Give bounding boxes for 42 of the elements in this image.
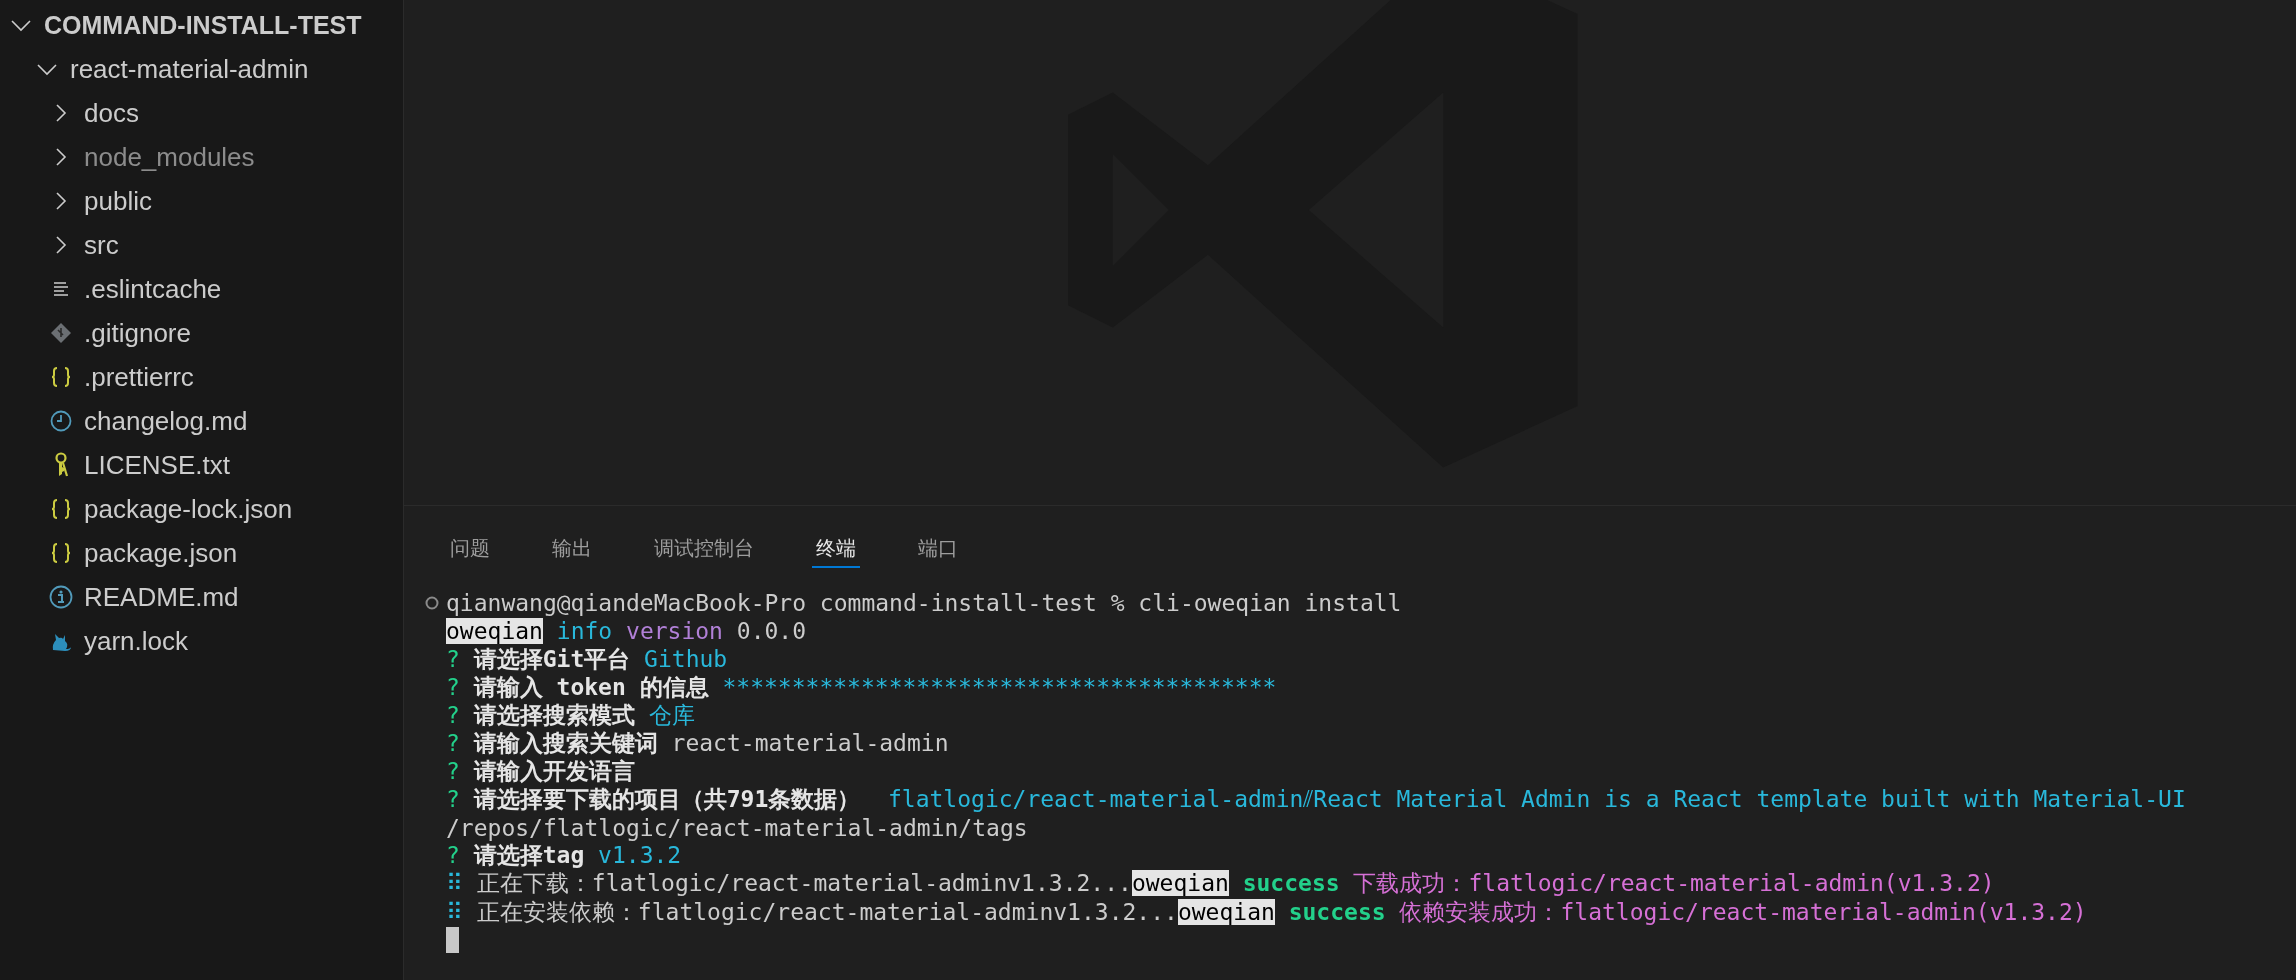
terminal-line: ? 请输入搜索关键词 react-material-admin: [446, 729, 949, 758]
terminal-line: ? 请选择要下载的项目（共791条数据） flatlogic/react-material-admin⫽React Material Admin is a React template built with Material-UI: [446, 785, 2186, 815]
file-item[interactable]: yarn.lock: [84, 625, 189, 657]
terminal-line: ? 请选择tag v1.3.2: [446, 841, 682, 871]
file-item[interactable]: README.md: [84, 581, 239, 613]
terminal-line: ? 请选择搜索模式 仓库: [446, 700, 695, 730]
clock-icon: [50, 410, 72, 432]
panel-tab[interactable]: 输出: [548, 522, 596, 568]
panel-tab[interactable]: 调试控制台: [650, 522, 758, 568]
info-icon: [49, 585, 73, 609]
folder-item[interactable]: node_modules: [84, 141, 255, 173]
braces-icon: [50, 498, 72, 520]
explorer-section-title[interactable]: COMMAND-INSTALL-TEST: [44, 10, 362, 40]
braces-icon: [50, 366, 72, 388]
terminal-line: ⠿ 正在下载：flatlogic/react-material-adminv1.3.2...oweqian success 下载成功：flatlogic/react-material-admin(v1.3.2): [446, 869, 1995, 899]
terminal-line: ? 请输入 token 的信息 ****************************************: [446, 672, 1277, 702]
terminal-line: oweqian info version 0.0.0: [446, 618, 807, 645]
terminal-line: qianwang@qiandeMacBook-Pro command-install-test % cli-oweqian install: [446, 590, 1402, 617]
folder-item[interactable]: public: [84, 185, 152, 217]
key-icon: [52, 452, 70, 478]
panel-tab[interactable]: 终端: [812, 522, 860, 568]
panel-tab[interactable]: 端口: [914, 522, 962, 568]
file-item[interactable]: LICENSE.txt: [84, 449, 230, 481]
folder-item[interactable]: src: [84, 229, 119, 261]
file-item[interactable]: package-lock.json: [84, 493, 293, 525]
diamond-icon: [50, 322, 72, 344]
file-item[interactable]: .prettierrc: [84, 361, 194, 393]
circle-icon: [425, 596, 439, 611]
terminal-line: /repos/flatlogic/react-material-admin/tags: [446, 814, 1028, 841]
folder-item[interactable]: react-material-admin: [70, 53, 309, 85]
terminal-cursor: [446, 927, 459, 954]
file-item[interactable]: .eslintcache: [84, 273, 222, 305]
file-item[interactable]: .gitignore: [84, 317, 191, 349]
braces-icon: [50, 542, 72, 564]
terminal-line: ? 请选择Git平台 Github: [446, 644, 728, 674]
folder-item[interactable]: docs: [84, 97, 139, 129]
terminal-line: ? 请输入开发语言: [446, 757, 635, 787]
terminal-line: ⠿ 正在安装依赖：flatlogic/react-material-adminv1.3.2...oweqian success 依赖安装成功：flatlogic/react-material-admin(v1.3.2): [446, 897, 2087, 927]
file-item[interactable]: package.json: [84, 537, 238, 569]
lines-icon: [52, 280, 70, 298]
file-item[interactable]: changelog.md: [84, 405, 248, 437]
panel-tab[interactable]: 问题: [446, 522, 494, 568]
